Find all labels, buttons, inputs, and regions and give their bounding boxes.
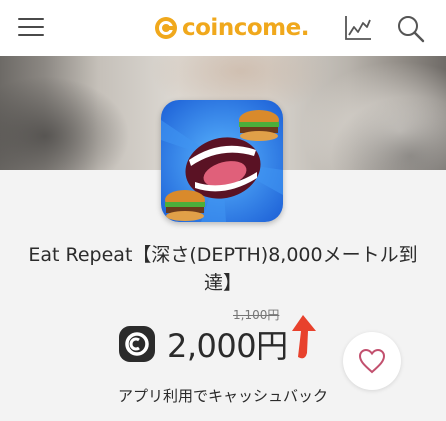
hamburger-menu-icon[interactable] xyxy=(18,16,46,38)
favorite-button[interactable] xyxy=(343,332,401,390)
coin-logo-icon xyxy=(155,17,177,39)
app-title: Eat Repeat【深さ(DEPTH)8,000メートル到達】 xyxy=(28,244,418,294)
cashback-price: 2,000円 xyxy=(167,327,288,365)
app-detail-page: coincome. Eat Repeat【深さ(DEPTH)8,000メートル到… xyxy=(0,0,446,421)
eat-repeat-app-icon[interactable] xyxy=(161,100,283,222)
logo-text: coincome. xyxy=(182,15,309,41)
up-arrow-icon xyxy=(292,315,316,359)
heart-icon xyxy=(358,348,386,374)
cashback-label: アプリ利用でキャッシュバック xyxy=(117,387,328,405)
search-icon[interactable] xyxy=(396,14,426,44)
coin-icon xyxy=(119,326,155,362)
line-chart-icon[interactable] xyxy=(343,14,373,42)
header: coincome. xyxy=(0,0,446,56)
logo[interactable]: coincome. xyxy=(154,13,309,43)
